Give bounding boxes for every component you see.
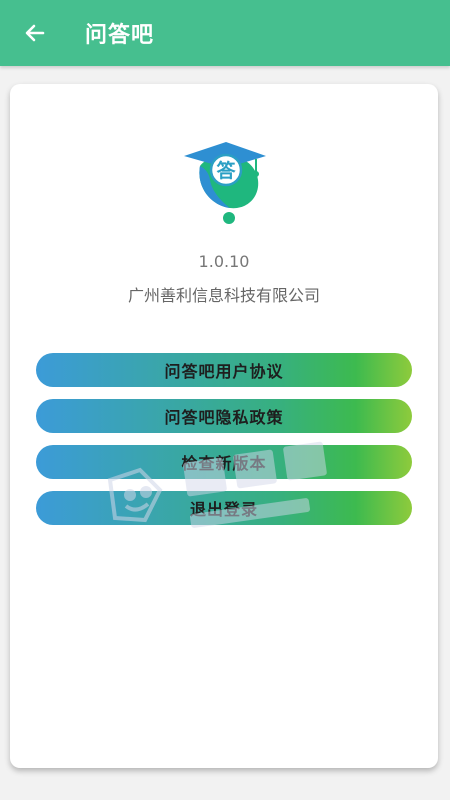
user-agreement-button[interactable]: 问答吧用户协议 — [36, 353, 412, 387]
company-name: 广州善利信息科技有限公司 — [127, 286, 320, 305]
app-version: 1.0.10 — [198, 252, 250, 271]
page-title: 问答吧 — [85, 23, 155, 48]
about-card: 答 1.0.10 广州善利信息科技有限公司 问答吧用户协议 问答吧隐私政策 检查… — [10, 84, 438, 768]
app-header: 问答吧 — [0, 0, 450, 66]
logo-glyph: 答 — [216, 159, 236, 182]
logout-button[interactable]: 退出登录 — [36, 491, 412, 525]
arrow-left-icon — [25, 24, 45, 42]
app-logo-icon: 答 — [184, 142, 266, 224]
check-update-button[interactable]: 检查新版本 — [36, 445, 412, 479]
privacy-policy-button[interactable]: 问答吧隐私政策 — [36, 399, 412, 433]
back-button[interactable] — [15, 13, 55, 53]
